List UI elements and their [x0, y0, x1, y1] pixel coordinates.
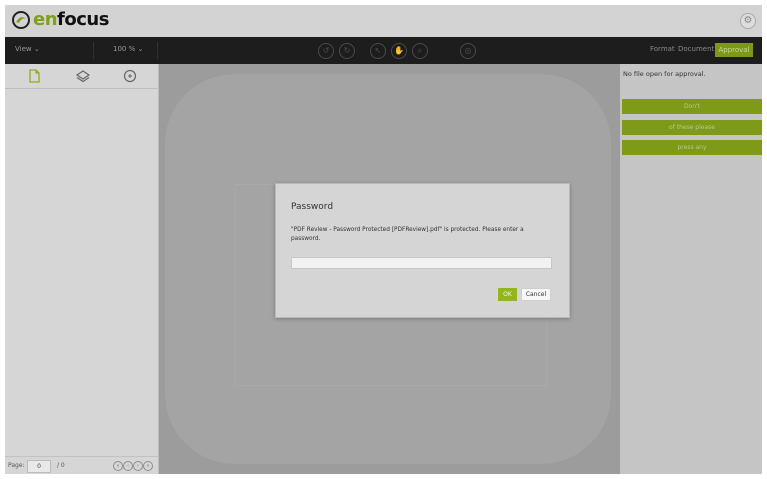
page-thumbnail-icon[interactable] — [26, 68, 42, 84]
first-page-icon[interactable]: « — [113, 461, 123, 471]
layers-icon[interactable] — [75, 68, 91, 84]
measure-icon[interactable]: ◎ — [460, 43, 476, 59]
zoom-label: 100 % — [113, 45, 136, 53]
app-header: enfocus ⚙ — [5, 5, 762, 37]
page-total: / 0 — [57, 462, 65, 469]
page-number-input[interactable]: 0 — [27, 460, 51, 473]
chevron-down-icon: ⌄ — [33, 45, 40, 53]
enfocus-logo-icon — [12, 11, 30, 29]
page-label: Page: — [8, 462, 25, 469]
rotate-left-icon[interactable]: ↺ — [318, 43, 334, 59]
toolbar-divider — [157, 42, 158, 59]
brand-prefix: en — [33, 9, 58, 30]
rotate-right-icon[interactable]: ↻ — [339, 43, 355, 59]
tab-document[interactable]: Document — [678, 45, 714, 53]
cancel-button[interactable]: Cancel — [521, 288, 551, 301]
previous-page-icon[interactable]: ‹ — [123, 461, 133, 471]
zoom-icon[interactable]: ⌕ — [412, 43, 428, 59]
approval-button[interactable]: Don't — [622, 99, 762, 114]
dialog-message: "PDF Review - Password Protected [PDFRev… — [291, 227, 524, 242]
ok-button[interactable]: OK — [498, 288, 517, 301]
dialog-title: Password — [291, 202, 334, 212]
approval-status-text: No file open for approval. — [623, 70, 706, 78]
tab-format[interactable]: Format — [650, 45, 675, 53]
tab-approval[interactable]: Approval — [715, 43, 753, 57]
chevron-down-icon: ⌄ — [137, 45, 144, 53]
sidebar-tabs — [5, 64, 158, 89]
toolbar-divider — [93, 42, 94, 59]
approval-panel: No file open for approval. Don't of thes… — [620, 64, 762, 474]
view-menu[interactable]: View ⌄ — [15, 45, 40, 53]
brand-logo: enfocus — [33, 9, 109, 30]
last-page-icon[interactable]: » — [143, 461, 153, 471]
hand-icon[interactable]: ✋ — [391, 43, 407, 59]
brand-suffix: focus — [57, 9, 109, 30]
password-input[interactable] — [291, 257, 552, 269]
annotations-icon[interactable] — [122, 68, 138, 84]
next-page-icon[interactable]: › — [133, 461, 143, 471]
page-navigation: Page: 0 / 0 « ‹ › » — [5, 456, 158, 474]
select-icon[interactable]: ↖ — [370, 43, 386, 59]
password-dialog: Password "PDF Review - Password Protecte… — [275, 183, 570, 318]
main-toolbar: View ⌄ 100 % ⌄ ↺ ↻ ↖ ✋ ⌕ ◎ Format Docume… — [5, 37, 762, 64]
approval-button[interactable]: press any — [622, 140, 762, 155]
app-window: enfocus ⚙ View ⌄ 100 % ⌄ ↺ ↻ ↖ ✋ ⌕ ◎ For… — [5, 5, 762, 474]
gear-icon[interactable]: ⚙ — [740, 13, 756, 29]
left-sidebar: Page: 0 / 0 « ‹ › » — [5, 64, 159, 474]
approval-button[interactable]: of these please — [622, 120, 762, 135]
zoom-select[interactable]: 100 % ⌄ — [113, 45, 143, 53]
view-menu-label: View — [15, 45, 32, 53]
